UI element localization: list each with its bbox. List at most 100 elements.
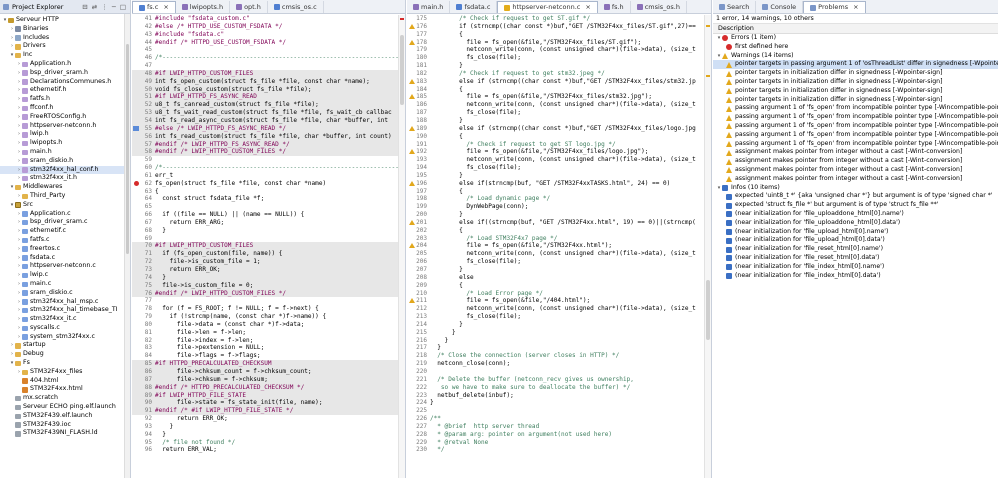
- tree-item[interactable]: › ethernetif.h: [0, 86, 130, 95]
- editor2-code[interactable]: 175 /* Check if request to get ST.gif */…: [407, 15, 711, 478]
- tree-item[interactable]: › sram_diskio.h: [0, 157, 130, 166]
- problem-item[interactable]: pointer targets in initialization differ…: [713, 87, 998, 96]
- warning-marker-icon[interactable]: [407, 93, 416, 101]
- tree-item[interactable]: › httpserver-netconn.h: [0, 122, 130, 131]
- tree-item[interactable]: ▾ Inc: [0, 51, 130, 60]
- tree-item[interactable]: STM32F439NI_FLASH.ld: [0, 429, 130, 438]
- tree-item[interactable]: › stm32f4xx_hal_conf.h: [0, 165, 130, 175]
- explorer-scroll-thumb[interactable]: [126, 44, 129, 254]
- close-icon[interactable]: ×: [853, 2, 858, 13]
- tab-fs-c[interactable]: fs.c ×: [132, 1, 176, 13]
- warning-marker-icon[interactable]: [407, 148, 416, 156]
- tree-item[interactable]: ▾ Fs: [0, 359, 130, 368]
- editor1-scrollbar[interactable]: [398, 15, 405, 478]
- warning-marker-icon[interactable]: [407, 23, 416, 31]
- editor1-scroll-thumb[interactable]: [400, 35, 404, 105]
- problem-item[interactable]: passing argument 1 of 'fs_open' from inc…: [713, 131, 998, 140]
- bookmark-icon[interactable]: [132, 125, 141, 133]
- tree-item[interactable]: › DeclarationsCommunes.h: [0, 78, 130, 87]
- problem-group[interactable]: ▾ Warnings (14 items): [713, 52, 998, 61]
- tree-item[interactable]: Serveur ECHO ping.elf.launch: [0, 403, 130, 412]
- problem-item[interactable]: passing argument 1 of 'fs_open' from inc…: [713, 122, 998, 131]
- tree-item[interactable]: › freertos.c: [0, 245, 130, 254]
- tab-cmsis-os-c[interactable]: cmsis_os.c: [268, 1, 324, 13]
- editor2-scroll-thumb[interactable]: [706, 280, 710, 340]
- tree-item[interactable]: › main.c: [0, 280, 130, 289]
- tree-item[interactable]: 404.html: [0, 377, 130, 386]
- tree-item[interactable]: › lwip.h: [0, 130, 130, 139]
- tree-item[interactable]: ▾ Serveur HTTP: [0, 16, 130, 25]
- problems-column-description[interactable]: Description: [713, 24, 998, 34]
- editor1-code[interactable]: 41 #include "fsdata_custom.c" 42 #else /* H…: [132, 15, 405, 478]
- tree-item[interactable]: › main.h: [0, 148, 130, 157]
- problem-item[interactable]: pointer targets in initialization differ…: [713, 96, 998, 105]
- problem-item[interactable]: passing argument 1 of 'fs_open' from inc…: [713, 113, 998, 122]
- problem-item[interactable]: (near initialization for 'file_index_htm…: [713, 263, 998, 272]
- problem-item[interactable]: assignment makes pointer from integer wi…: [713, 166, 998, 175]
- problem-item[interactable]: passing argument 1 of 'fs_open' from inc…: [713, 140, 998, 149]
- tab-lwipopts-h[interactable]: lwipopts.h: [176, 1, 231, 13]
- tree-item[interactable]: › Debug: [0, 350, 130, 359]
- tree-item[interactable]: › Binaries: [0, 25, 130, 34]
- tree-item[interactable]: › stm32f4xx_hal_msp.c: [0, 298, 130, 307]
- problem-item[interactable]: passing argument 1 of 'fs_open' from inc…: [713, 104, 998, 113]
- tree-item[interactable]: › fatfs.h: [0, 95, 130, 104]
- tab-fs-h[interactable]: fs.h: [598, 1, 631, 13]
- tree-item[interactable]: › FreeRTOSConfig.h: [0, 113, 130, 122]
- problem-item[interactable]: (near initialization for 'file_index_htm…: [713, 272, 998, 281]
- editor1-error-marker[interactable]: [400, 18, 404, 20]
- tree-item[interactable]: › fatfs.c: [0, 236, 130, 245]
- tree-item[interactable]: STM32F439.elf.launch: [0, 412, 130, 421]
- tree-item[interactable]: › Drivers: [0, 42, 130, 51]
- error-marker-icon[interactable]: [132, 180, 141, 188]
- problem-item[interactable]: assignment makes pointer from integer wi…: [713, 157, 998, 166]
- tree-item[interactable]: › fsdata.c: [0, 254, 130, 263]
- tree-item[interactable]: › Application.h: [0, 60, 130, 69]
- warning-marker-icon[interactable]: [407, 297, 416, 305]
- tab-fsdata-c[interactable]: fsdata.c: [450, 1, 498, 13]
- tree-item[interactable]: mx.scratch: [0, 394, 130, 403]
- editor2-scrollbar[interactable]: [704, 15, 711, 478]
- problem-item[interactable]: expected 'uint8_t *' {aka 'unsigned char…: [713, 192, 998, 201]
- tree-item[interactable]: › Includes: [0, 34, 130, 43]
- tree-item[interactable]: › stm32f4xx_it.c: [0, 315, 130, 324]
- tree-item[interactable]: › Third_Party: [0, 192, 130, 201]
- close-icon[interactable]: ×: [163, 2, 168, 13]
- tab-console[interactable]: Console: [756, 1, 804, 13]
- tree-item[interactable]: › bsp_driver_sram.h: [0, 69, 130, 78]
- warning-marker-icon[interactable]: [407, 125, 416, 133]
- collapse-all-icon[interactable]: ⊟ ⇄ ⋮ ─ □: [82, 3, 130, 11]
- tree-item[interactable]: ▾ Middlewares: [0, 183, 130, 192]
- tree-item[interactable]: STM32F4xx.html: [0, 385, 130, 394]
- problem-item[interactable]: (near initialization for 'file_reset_htm…: [713, 254, 998, 263]
- problem-item[interactable]: expected 'struct fs_file *' but argument…: [713, 201, 998, 210]
- tree-item[interactable]: › httpserver-netconn.c: [0, 262, 130, 271]
- tab-httpserver-netconn-c[interactable]: httpserver-netconn.c ×: [497, 1, 598, 13]
- tree-item[interactable]: › lwip.c: [0, 271, 130, 280]
- tab-opt-h[interactable]: opt.h: [230, 1, 268, 13]
- problem-item[interactable]: pointer targets in passing argument 1 of…: [713, 60, 998, 70]
- tree-item[interactable]: › syscalls.c: [0, 324, 130, 333]
- tree-item[interactable]: STM32F439.ioc: [0, 421, 130, 430]
- close-icon[interactable]: ×: [585, 2, 590, 13]
- problem-item[interactable]: (near initialization for 'file_uploaddon…: [713, 210, 998, 219]
- tree-item[interactable]: › stm32f4xx_it.h: [0, 174, 130, 183]
- tree-item[interactable]: › Application.c: [0, 210, 130, 219]
- tree-item[interactable]: ▾ Src: [0, 201, 130, 210]
- tree-item[interactable]: › STM32F4xx_files: [0, 368, 130, 377]
- tab-problems[interactable]: Problems ×: [803, 1, 866, 13]
- warning-marker-icon[interactable]: [407, 219, 416, 227]
- problem-item[interactable]: pointer targets in initialization differ…: [713, 78, 998, 87]
- tree-item[interactable]: › system_stm32f4xx.c: [0, 333, 130, 342]
- warning-marker-icon[interactable]: [407, 242, 416, 250]
- warning-marker-icon[interactable]: [407, 180, 416, 188]
- problem-item[interactable]: (near initialization for 'file_uploaddon…: [713, 219, 998, 228]
- tree-item[interactable]: › bsp_driver_sram.c: [0, 218, 130, 227]
- problem-item[interactable]: (near initialization for 'file_reset_htm…: [713, 245, 998, 254]
- tab-main-h[interactable]: main.h: [407, 1, 451, 13]
- problem-group[interactable]: ▾ Infos (10 items): [713, 184, 998, 193]
- problem-item[interactable]: first defined here: [713, 43, 998, 52]
- warning-marker-icon[interactable]: [407, 39, 416, 47]
- problem-item[interactable]: assignment makes pointer from integer wi…: [713, 175, 998, 184]
- editor2-warning-marker[interactable]: [706, 25, 710, 27]
